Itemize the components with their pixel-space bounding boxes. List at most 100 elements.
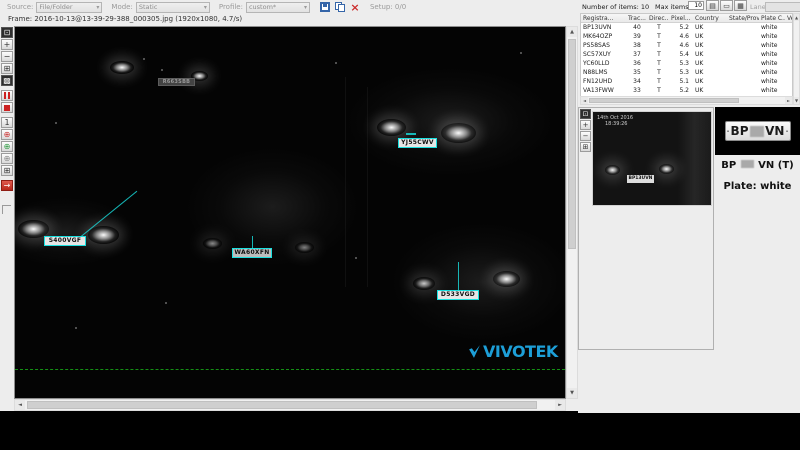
- cell-pixel: 5.2: [669, 86, 693, 95]
- column-header-plate-color[interactable]: Plate C...: [759, 14, 785, 22]
- zoom-out-button[interactable]: −: [1, 51, 13, 62]
- scrollbar-thumb[interactable]: [589, 98, 739, 103]
- thumb-grid-button[interactable]: ⊞: [580, 142, 591, 152]
- cell-vehicle: [785, 23, 793, 32]
- column-header-direction[interactable]: Direc...: [647, 14, 669, 22]
- vivotek-bird-icon: [467, 344, 482, 359]
- cell-vehicle: [785, 77, 793, 86]
- cell-pixel: 5.3: [669, 68, 693, 77]
- cell-state: [727, 86, 759, 95]
- table-row[interactable]: YC60LLD 36 T 5.3 UK white: [581, 59, 793, 68]
- display-view-icon[interactable]: ▭: [720, 0, 733, 11]
- chevron-down-icon: ▾: [96, 4, 99, 11]
- lane-dropdown[interactable]: [765, 2, 800, 12]
- cell-registration: FN12UHD: [581, 77, 625, 86]
- scroll-left-icon[interactable]: ◄: [581, 97, 588, 104]
- table-horizontal-scrollbar[interactable]: ◄ ►: [580, 96, 793, 105]
- table-row[interactable]: VA13FWW 33 T 5.2 UK white: [581, 86, 793, 95]
- thumb-zoom-in-button[interactable]: +: [580, 120, 591, 130]
- noise-dot: [75, 327, 77, 329]
- scroll-up-icon[interactable]: ▲: [567, 27, 577, 37]
- cell-registration: BP13UVN: [581, 23, 625, 32]
- noise-dot: [520, 52, 522, 54]
- plate-detection: D533VGD: [437, 290, 479, 300]
- list-view-icon[interactable]: ▤: [706, 0, 719, 11]
- video-canvas[interactable]: R663SBB YJ55CWV S400VGF WA60XFN D533VGD: [14, 26, 566, 399]
- setup-label: Setup: 0/0: [370, 3, 406, 11]
- cell-state: [727, 32, 759, 41]
- cell-country: UK: [693, 50, 727, 59]
- left-tool-strip: ⊡ + − ⊞ ▩ 1 ⊕ ⊕ ⊕ ⊞ →: [0, 26, 14, 411]
- cell-state: [727, 23, 759, 32]
- table-row[interactable]: BP13UVN 40 T 5.2 UK white: [581, 23, 793, 32]
- cell-registration: VA13FWW: [581, 86, 625, 95]
- column-header-track[interactable]: Trac...: [625, 14, 647, 22]
- scrollbar-thumb[interactable]: [568, 39, 576, 249]
- grid-view-button[interactable]: ⊞: [1, 165, 13, 176]
- vehicle-thumbnail[interactable]: 14th Oct 2016 18:39:26 BP13UVN: [592, 111, 712, 206]
- column-header-pixel[interactable]: Pixel...: [669, 14, 693, 22]
- cell-direction: T: [647, 32, 669, 41]
- scroll-left-icon[interactable]: ◄: [15, 400, 25, 410]
- table-row[interactable]: SC57XUY 37 T 5.4 UK white: [581, 50, 793, 59]
- thumb-zoom-out-button[interactable]: −: [580, 131, 591, 141]
- thumbnail-plate: BP13UVN: [627, 175, 654, 183]
- cell-vehicle: [785, 32, 793, 41]
- pause-button[interactable]: [1, 90, 13, 101]
- scroll-down-icon[interactable]: ▼: [794, 97, 799, 104]
- profile-value: custom*: [249, 3, 276, 11]
- max-items-input[interactable]: [688, 1, 704, 10]
- table-row[interactable]: MK64OZP 39 T 4.6 UK white: [581, 32, 793, 41]
- video-vertical-scrollbar[interactable]: ▲ ▼: [566, 26, 578, 399]
- profile-dropdown[interactable]: custom* ▾: [246, 2, 310, 13]
- delete-profile-button[interactable]: ×: [349, 1, 361, 13]
- headlight-glow: [203, 238, 222, 249]
- copy-profile-button[interactable]: [334, 1, 346, 13]
- cell-state: [727, 77, 759, 86]
- mode-dropdown[interactable]: Static ▾: [136, 2, 210, 13]
- source-dropdown[interactable]: File/Folder ▾: [36, 2, 102, 13]
- plate-suffix: VN: [765, 124, 784, 138]
- top-toolbar: Source: File/Folder ▾ Mode: Static ▾ Pro…: [0, 0, 578, 26]
- table-vertical-scrollbar[interactable]: ▲ ▼: [793, 13, 800, 105]
- step-one-button[interactable]: 1: [1, 117, 13, 128]
- export-button[interactable]: →: [1, 180, 13, 191]
- stop-button[interactable]: [1, 102, 13, 113]
- column-header-registration[interactable]: Registra...: [581, 14, 625, 22]
- headlight-glow: [493, 271, 520, 287]
- registration-prefix: BP: [721, 160, 736, 171]
- video-horizontal-scrollbar[interactable]: ◄ ►: [14, 399, 566, 411]
- cell-track: 35: [625, 68, 647, 77]
- target-gray-icon[interactable]: ⊕: [1, 153, 13, 164]
- column-header-country[interactable]: Country: [693, 14, 727, 22]
- table-row[interactable]: N88LMS 35 T 5.3 UK white: [581, 68, 793, 77]
- fullscreen-icon[interactable]: ⊡: [1, 27, 13, 38]
- scroll-up-icon[interactable]: ▲: [794, 14, 799, 21]
- table-row[interactable]: PS58SAS 38 T 4.6 UK white: [581, 41, 793, 50]
- headlight-glow: [605, 165, 620, 175]
- frame-value: 2016-10-13@13-39-29-388_000305.jpg (1920…: [34, 15, 242, 23]
- cell-registration: N88LMS: [581, 68, 625, 77]
- scroll-right-icon[interactable]: ►: [555, 400, 565, 410]
- registration-suffix: VN (T): [758, 160, 794, 171]
- target-green-icon[interactable]: ⊕: [1, 141, 13, 152]
- cell-country: UK: [693, 68, 727, 77]
- scroll-down-icon[interactable]: ▼: [567, 388, 577, 398]
- zoom-in-button[interactable]: +: [1, 39, 13, 50]
- tile-view-icon[interactable]: ▦: [734, 0, 747, 11]
- save-profile-button[interactable]: [319, 1, 331, 13]
- fit-grid-button[interactable]: ⊞: [1, 63, 13, 74]
- stop-icon: [4, 105, 10, 111]
- table-row[interactable]: FN12UHD 34 T 5.1 UK white: [581, 77, 793, 86]
- scrollbar-thumb[interactable]: [27, 401, 537, 409]
- thumb-fullscreen-icon[interactable]: ⊡: [580, 109, 591, 119]
- table-header-row: Registra... Trac... Direc... Pixel... Co…: [581, 14, 793, 23]
- source-label: Source:: [7, 3, 33, 11]
- column-header-state[interactable]: State/Prov...: [727, 14, 759, 22]
- tracking-line: [458, 262, 459, 290]
- target-red-icon[interactable]: ⊕: [1, 129, 13, 140]
- scroll-right-icon[interactable]: ►: [785, 97, 792, 104]
- scrollbar-corner: [566, 399, 578, 411]
- snapshot-icon[interactable]: ▩: [1, 75, 13, 86]
- column-header-vehicle[interactable]: Vehi...: [785, 14, 793, 22]
